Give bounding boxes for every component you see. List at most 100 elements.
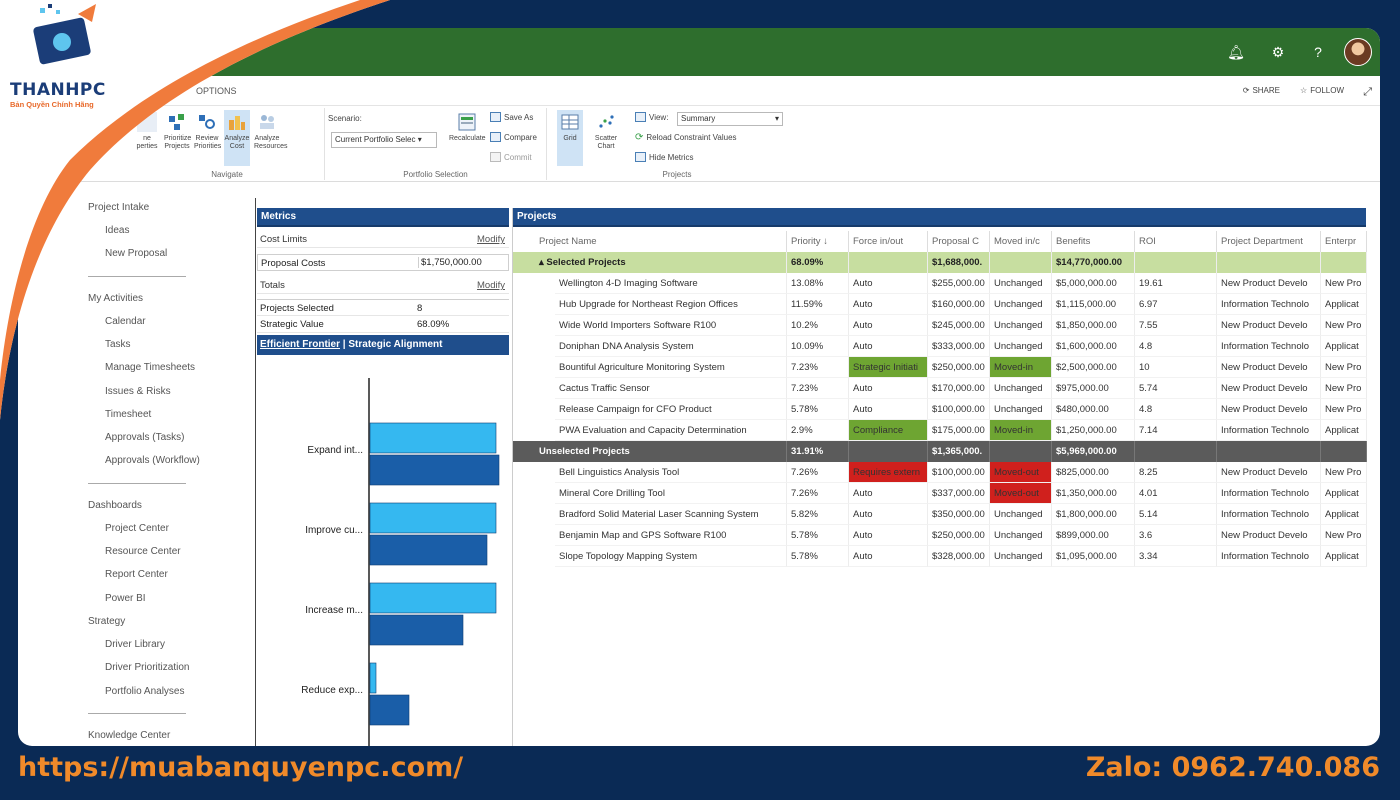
table-row[interactable]: Doniphan DNA Analysis System 10.09% Auto $3… [513,336,1367,357]
column-header[interactable]: Enterpr [1321,231,1367,252]
view-select[interactable]: Summary ▾ [677,112,783,126]
cell-moved: Unchanged [990,546,1052,567]
table-row[interactable]: Benjamin Map and GPS Software R100 5.78% A… [513,525,1367,546]
column-header[interactable]: Project Department [1217,231,1321,252]
bell-icon[interactable]: 🔔︎ [1226,42,1246,62]
cell-moved: Moved-in [990,357,1052,378]
nav-heading[interactable]: Knowledge Center [88,730,170,741]
cell-ent: Applicat [1321,420,1367,441]
table-row[interactable]: PWA Evaluation and Capacity Determinatio… [513,420,1367,441]
table-row[interactable]: Wellington 4-D Imaging Software 13.08% Aut… [513,273,1367,294]
cell-benefits: $899,000.00 [1052,525,1135,546]
cell-dept: Information Technolo [1217,546,1321,567]
commit-button[interactable]: Commit [490,152,532,162]
share-icon: ⟳ [1242,86,1250,95]
reload-constraints-button[interactable]: ⟳ Reload Constraint Values [635,132,737,143]
nav-item[interactable]: Driver Library [105,639,165,650]
nav-item[interactable]: Driver Prioritization [105,662,189,673]
group-cell-name: ▴ Selected Projects [535,252,787,273]
table-row[interactable]: Cactus Traffic Sensor 7.23% Auto $170,000.0… [513,378,1367,399]
table-row[interactable]: Bell Linguistics Analysis Tool 7.26% Requi… [513,462,1367,483]
cell-proposal: $250,000.00 [928,357,990,378]
cell-priority: 5.82% [787,504,849,525]
nav-item[interactable]: Report Center [105,569,168,580]
cell-priority: 5.78% [787,546,849,567]
compare-label: Compare [504,132,537,142]
nav-item[interactable]: Project Center [105,523,169,534]
cell-proposal: $245,000.00 [928,315,990,336]
nav-item[interactable]: Approvals (Workflow) [105,455,200,466]
cell-dept: Information Technolo [1217,420,1321,441]
group-cell-dept [1217,252,1321,273]
table-row[interactable]: Hub Upgrade for Northeast Region Offices… [513,294,1367,315]
cell-proposal: $175,000.00 [928,420,990,441]
nav-item[interactable]: Approvals (Tasks) [105,432,184,443]
cell-ent: Applicat [1321,336,1367,357]
cell-roi: 7.14 [1135,420,1217,441]
group-row[interactable]: Unselected Projects 31.91% $1,365,000. $5,9… [513,441,1367,462]
cell-name: Doniphan DNA Analysis System [555,336,787,357]
column-header[interactable]: Priority ↓ [787,231,849,252]
chart-bar [369,614,464,646]
table-row[interactable]: Bradford Solid Material Laser Scanning S… [513,504,1367,525]
cell-benefits: $825,000.00 [1052,462,1135,483]
cell-name: Slope Topology Mapping System [555,546,787,567]
grid-label: Grid [563,135,577,142]
user-avatar[interactable] [1344,38,1372,66]
cell-benefits: $1,250,000.00 [1052,420,1135,441]
category-label: Improve cu... [305,525,363,536]
table-row[interactable]: Mineral Core Drilling Tool 7.26% Auto $337,… [513,483,1367,504]
cell-dept: Information Technolo [1217,483,1321,504]
column-header[interactable]: Moved in/c [990,231,1052,252]
gear-icon[interactable]: ⚙ [1268,42,1288,62]
nav-heading[interactable]: Dashboards [88,500,142,511]
footer-url[interactable]: https://muabanquyenpc.com/ [18,752,463,783]
cell-benefits: $5,000,000.00 [1052,273,1135,294]
nav-item[interactable]: Portfolio Analyses [105,686,185,697]
column-header[interactable]: Benefits [1052,231,1135,252]
column-header[interactable]: Proposal C [928,231,990,252]
help-icon[interactable]: ? [1308,42,1328,62]
table-row[interactable]: Bountiful Agriculture Monitoring System 7… [513,357,1367,378]
hide-label: Hide Metrics [649,152,694,162]
chart-bar [369,422,497,454]
projects-selected-value: 8 [417,303,423,314]
save-as-button[interactable]: Save As [490,112,533,122]
cell-dept: New Product Develo [1217,399,1321,420]
table-row[interactable]: Release Campaign for CFO Product 5.78% Aut… [513,399,1367,420]
nav-item[interactable]: Resource Center [105,546,181,557]
modify-link[interactable]: Modify [477,280,505,291]
column-header[interactable]: ROI [1135,231,1217,252]
modify-link[interactable]: Modify [477,234,505,245]
commit-label: Commit [504,152,532,162]
cell-proposal: $100,000.00 [928,462,990,483]
focus-icon[interactable]: ⤢ [1363,86,1372,99]
cell-moved: Unchanged [990,336,1052,357]
cell-force: Auto [849,378,928,399]
compare-button[interactable]: Compare [490,132,537,142]
column-header[interactable]: Force in/out [849,231,928,252]
column-header[interactable]: Project Name [535,231,787,252]
table-row[interactable]: Slope Topology Mapping System 5.78% Auto $3… [513,546,1367,567]
brand-overlay: THANHPC Bản Quyền Chính Hãng [0,0,390,420]
group-cell-benefits: $5,969,000.00 [1052,441,1135,462]
group-row[interactable]: ▴ Selected Projects 68.09% $1,688,000. $14,… [513,252,1367,273]
recalculate-button[interactable]: Recalculate [449,110,486,143]
cell-roi: 8.25 [1135,462,1217,483]
chart-bar [369,582,497,614]
chart-bar [369,694,410,726]
scatter-chart-button[interactable]: Scatter Chart [593,110,619,151]
cell-force: Auto [849,399,928,420]
cell-force: Auto [849,546,928,567]
cell-ent: New Pro [1321,525,1367,546]
nav-item[interactable]: Power BI [105,593,146,604]
follow-button[interactable]: ☆ FOLLOW [1300,86,1344,95]
table-row[interactable]: Wide World Importers Software R100 10.2% A… [513,315,1367,336]
share-button[interactable]: ⟳ SHARE [1243,86,1280,95]
hide-metrics-button[interactable]: Hide Metrics [635,152,693,162]
cell-benefits: $480,000.00 [1052,399,1135,420]
nav-heading[interactable]: Strategy [88,616,125,627]
grid-button[interactable]: Grid [557,110,583,166]
cell-roi: 5.74 [1135,378,1217,399]
cell-dept: New Product Develo [1217,525,1321,546]
